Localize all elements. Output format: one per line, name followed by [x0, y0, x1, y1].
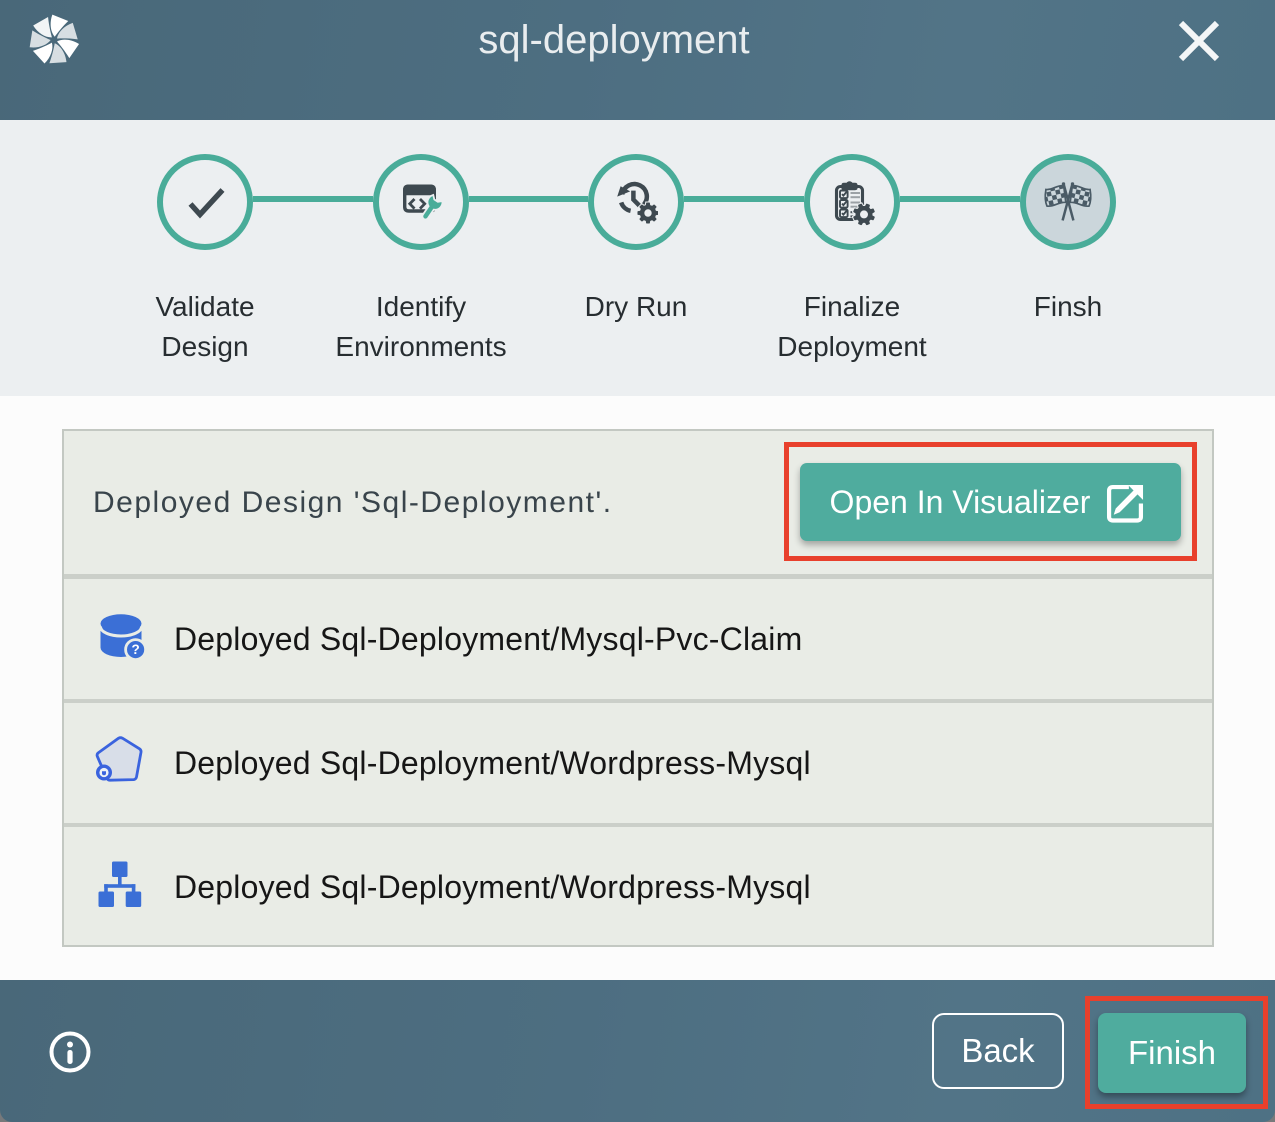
svg-text:?: ?	[131, 642, 139, 657]
